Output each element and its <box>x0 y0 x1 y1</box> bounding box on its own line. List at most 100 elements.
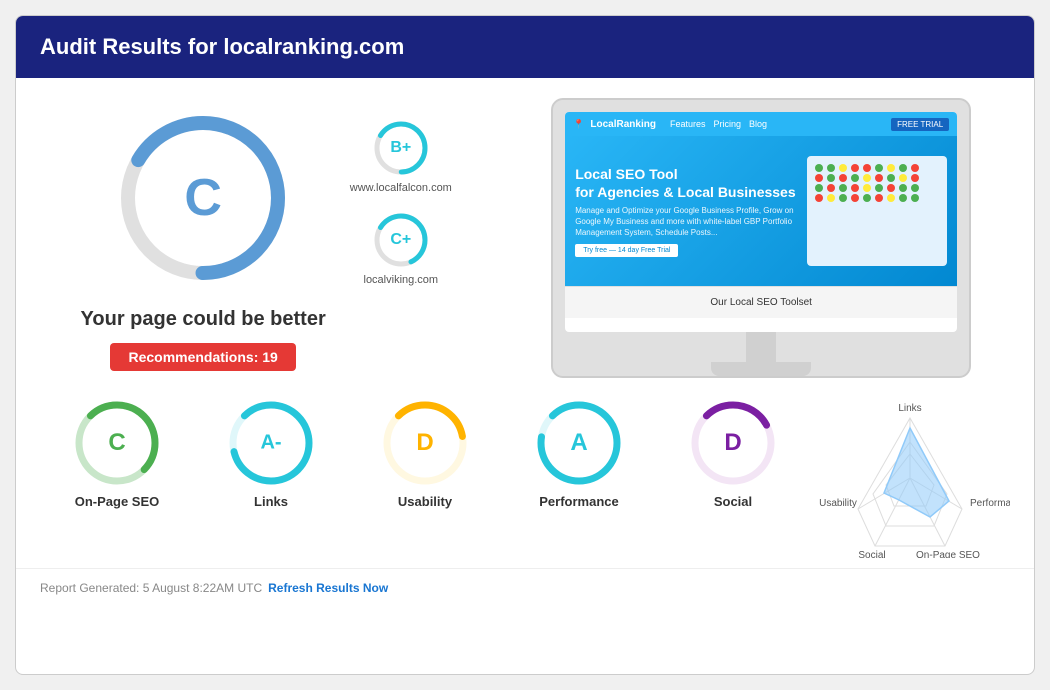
radar-container: Links Performance On-Page SEO Social Usa… <box>810 398 1010 558</box>
svg-text:On-Page SEO: On-Page SEO <box>916 550 980 558</box>
right-panel: 📍 LocalRanking Features Pricing Blog FRE… <box>512 98 1010 378</box>
score-item-performance: A Performance <box>534 398 624 509</box>
footer-bar: Report Generated: 5 August 8:22AM UTC Re… <box>16 568 1034 607</box>
screen-hero-text: Local SEO Toolfor Agencies & Local Busin… <box>575 165 797 258</box>
comparison-label-1: localviking.com <box>364 274 439 286</box>
comparison-circle-1: C+ <box>371 210 431 270</box>
score-letter-on-page-seo: C <box>108 429 125 457</box>
map-dot <box>839 184 847 192</box>
map-dot <box>815 164 823 172</box>
map-dot <box>839 164 847 172</box>
map-dot <box>887 194 895 202</box>
screen-nav: Features Pricing Blog <box>670 119 767 129</box>
map-dot <box>887 164 895 172</box>
screen-hero-btn[interactable]: Try free — 14 day Free Trial <box>575 244 678 257</box>
map-dot <box>851 164 859 172</box>
map-dot <box>839 194 847 202</box>
map-dot <box>887 184 895 192</box>
page-title: Audit Results for localranking.com <box>40 34 404 59</box>
score-items: C On-Page SEO A- Links <box>40 398 810 509</box>
score-label-usability: Usability <box>398 494 452 509</box>
map-dot <box>875 184 883 192</box>
monitor-screen: 📍 LocalRanking Features Pricing Blog FRE… <box>565 112 957 332</box>
screen-hero-sub: Manage and Optimize your Google Business… <box>575 205 797 239</box>
audit-card: Audit Results for localranking.com C You… <box>15 15 1035 675</box>
score-item-usability: D Usability <box>380 398 470 509</box>
score-circle-performance: A <box>534 398 624 488</box>
map-dot <box>815 194 823 202</box>
map-dot <box>827 194 835 202</box>
map-dot <box>851 184 859 192</box>
comparison-item-0: B+ www.localfalcon.com <box>350 118 452 194</box>
radar-section: Links Performance On-Page SEO Social Usa… <box>810 398 1010 558</box>
map-dots-grid <box>807 156 947 210</box>
score-letter-social: D <box>724 429 741 457</box>
score-circle-usability: D <box>380 398 470 488</box>
map-dot <box>899 184 907 192</box>
monitor-base <box>711 362 811 376</box>
monitor-body: 📍 LocalRanking Features Pricing Blog FRE… <box>551 98 971 378</box>
map-dot <box>899 164 907 172</box>
map-dot <box>887 174 895 182</box>
svg-text:Social: Social <box>858 550 885 558</box>
map-dot <box>851 174 859 182</box>
map-dot <box>911 174 919 182</box>
screen-map <box>807 156 947 266</box>
map-dot <box>827 164 835 172</box>
map-dot <box>863 184 871 192</box>
map-dot <box>875 164 883 172</box>
score-circle-social: D <box>688 398 778 488</box>
monitor-neck <box>746 332 776 362</box>
main-grade-section: C Your page could be better Recommendati… <box>81 108 326 371</box>
svg-text:Performance: Performance <box>970 498 1010 509</box>
map-dot <box>875 174 883 182</box>
score-label-performance: Performance <box>539 494 618 509</box>
main-grade-circle: C <box>113 108 293 288</box>
screen-nav-features: Features <box>670 119 706 129</box>
score-label-links: Links <box>254 494 288 509</box>
map-dot <box>815 184 823 192</box>
svg-text:Usability: Usability <box>819 498 857 509</box>
screen-footer-text: Our Local SEO Toolset <box>710 297 812 308</box>
map-dot <box>827 174 835 182</box>
screen-pin-icon: 📍 <box>573 119 584 130</box>
map-dot <box>863 174 871 182</box>
screen-nav-blog: Blog <box>749 119 767 129</box>
map-dot <box>899 174 907 182</box>
screen-footer: Our Local SEO Toolset <box>565 286 957 318</box>
screen-header: 📍 LocalRanking Features Pricing Blog FRE… <box>565 112 957 136</box>
map-dot <box>815 174 823 182</box>
screen-hero-title: Local SEO Toolfor Agencies & Local Busin… <box>575 165 797 201</box>
recommendations-badge[interactable]: Recommendations: 19 <box>110 343 295 371</box>
score-circle-on-page-seo: C <box>72 398 162 488</box>
map-dot <box>899 194 907 202</box>
main-grade-letter: C <box>184 168 222 228</box>
comparison-circle-0: B+ <box>371 118 431 178</box>
screen-cta-btn: FREE TRIAL <box>891 118 949 131</box>
generated-text: Report Generated: 5 August 8:22AM UTC <box>40 581 262 595</box>
score-label-social: Social <box>714 494 752 509</box>
left-main-section: C Your page could be better Recommendati… <box>81 108 452 371</box>
map-dot <box>911 194 919 202</box>
radar-svg: Links Performance On-Page SEO Social Usa… <box>810 398 1010 558</box>
comparisons-panel: B+ www.localfalcon.com C+ localviking <box>350 118 452 286</box>
monitor-wrap: 📍 LocalRanking Features Pricing Blog FRE… <box>551 98 971 378</box>
screen-hero: Local SEO Toolfor Agencies & Local Busin… <box>565 136 957 286</box>
map-dot <box>827 184 835 192</box>
refresh-link[interactable]: Refresh Results Now <box>268 581 388 595</box>
svg-text:Links: Links <box>898 403 921 414</box>
verdict-text: Your page could be better <box>81 308 326 331</box>
score-letter-links: A- <box>260 432 281 455</box>
comparison-item-1: C+ localviking.com <box>350 210 452 286</box>
comparison-letter-0: B+ <box>390 139 411 157</box>
map-dot <box>863 194 871 202</box>
comparison-label-0: www.localfalcon.com <box>350 182 452 194</box>
score-item-links: A- Links <box>226 398 316 509</box>
score-letter-usability: D <box>416 429 433 457</box>
map-dot <box>911 164 919 172</box>
comparison-letter-1: C+ <box>390 231 411 249</box>
screen-nav-pricing: Pricing <box>714 119 742 129</box>
score-circle-links: A- <box>226 398 316 488</box>
score-item-social: D Social <box>688 398 778 509</box>
score-letter-performance: A <box>570 429 587 457</box>
